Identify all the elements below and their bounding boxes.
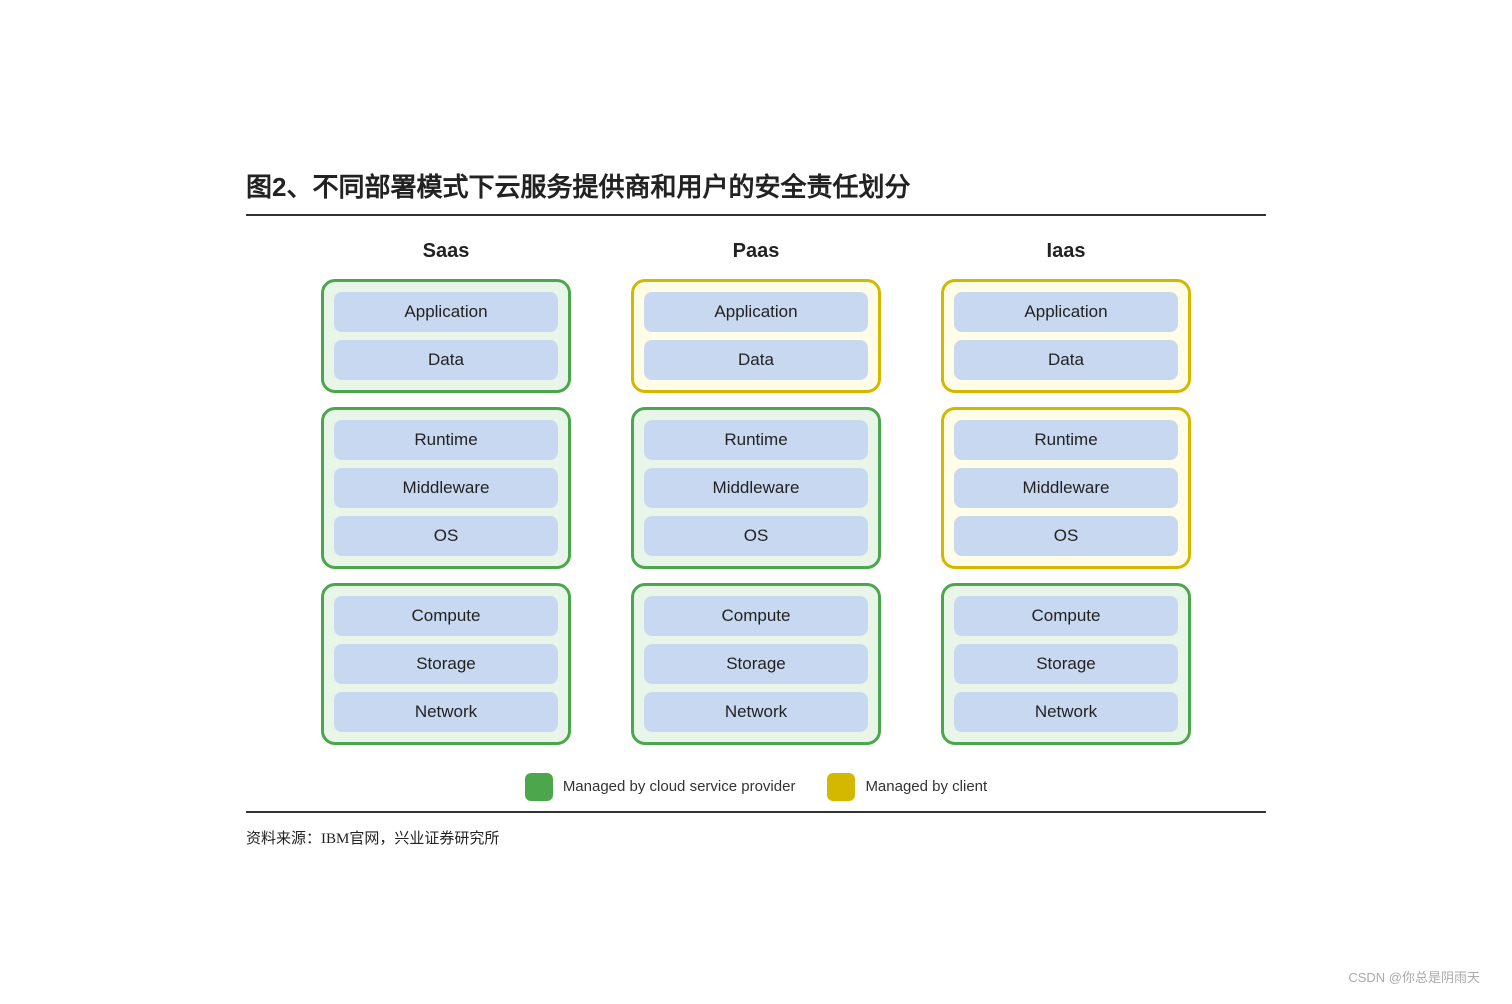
legend: Managed by cloud service provider Manage… bbox=[246, 773, 1266, 801]
page-container: 图2、不同部署模式下云服务提供商和用户的安全责任划分 Saas Paas Iaa… bbox=[206, 127, 1306, 878]
saas-os: OS bbox=[334, 516, 558, 556]
columns-header: Saas Paas Iaas bbox=[246, 240, 1266, 263]
watermark: CSDN @你总是阴雨天 bbox=[1348, 967, 1480, 986]
iaas-os: OS bbox=[954, 516, 1178, 556]
saas-data: Data bbox=[334, 340, 558, 380]
col-header-saas: Saas bbox=[321, 240, 571, 263]
col-header-iaas: Iaas bbox=[941, 240, 1191, 263]
source-text: 资料来源：IBM官网，兴业证券研究所 bbox=[246, 827, 1266, 848]
legend-yellow-label: Managed by client bbox=[865, 778, 987, 795]
legend-yellow: Managed by client bbox=[827, 773, 987, 801]
paas-group-1: Application Data bbox=[631, 279, 881, 393]
paas-os: OS bbox=[644, 516, 868, 556]
iaas-group-1: Application Data bbox=[941, 279, 1191, 393]
iaas-data: Data bbox=[954, 340, 1178, 380]
saas-middleware: Middleware bbox=[334, 468, 558, 508]
top-divider bbox=[246, 214, 1266, 216]
saas-group-2: Runtime Middleware OS bbox=[321, 407, 571, 569]
iaas-column: Application Data Runtime Middleware OS C… bbox=[941, 279, 1191, 745]
iaas-network: Network bbox=[954, 692, 1178, 732]
iaas-compute: Compute bbox=[954, 596, 1178, 636]
legend-green-label: Managed by cloud service provider bbox=[563, 778, 796, 795]
iaas-runtime: Runtime bbox=[954, 420, 1178, 460]
saas-storage: Storage bbox=[334, 644, 558, 684]
columns-body: Application Data Runtime Middleware OS C… bbox=[246, 279, 1266, 745]
iaas-group-3: Compute Storage Network bbox=[941, 583, 1191, 745]
saas-column: Application Data Runtime Middleware OS C… bbox=[321, 279, 571, 745]
saas-runtime: Runtime bbox=[334, 420, 558, 460]
saas-group-3: Compute Storage Network bbox=[321, 583, 571, 745]
paas-storage: Storage bbox=[644, 644, 868, 684]
paas-column: Application Data Runtime Middleware OS C… bbox=[631, 279, 881, 745]
paas-compute: Compute bbox=[644, 596, 868, 636]
saas-compute: Compute bbox=[334, 596, 558, 636]
iaas-middleware: Middleware bbox=[954, 468, 1178, 508]
saas-group-1: Application Data bbox=[321, 279, 571, 393]
bottom-divider bbox=[246, 811, 1266, 813]
iaas-storage: Storage bbox=[954, 644, 1178, 684]
paas-middleware: Middleware bbox=[644, 468, 868, 508]
paas-data: Data bbox=[644, 340, 868, 380]
paas-application: Application bbox=[644, 292, 868, 332]
saas-network: Network bbox=[334, 692, 558, 732]
saas-application: Application bbox=[334, 292, 558, 332]
paas-network: Network bbox=[644, 692, 868, 732]
main-title: 图2、不同部署模式下云服务提供商和用户的安全责任划分 bbox=[246, 167, 1266, 204]
legend-green: Managed by cloud service provider bbox=[525, 773, 796, 801]
paas-runtime: Runtime bbox=[644, 420, 868, 460]
legend-yellow-box bbox=[827, 773, 855, 801]
legend-green-box bbox=[525, 773, 553, 801]
iaas-application: Application bbox=[954, 292, 1178, 332]
col-header-paas: Paas bbox=[631, 240, 881, 263]
paas-group-3: Compute Storage Network bbox=[631, 583, 881, 745]
iaas-group-2: Runtime Middleware OS bbox=[941, 407, 1191, 569]
paas-group-2: Runtime Middleware OS bbox=[631, 407, 881, 569]
